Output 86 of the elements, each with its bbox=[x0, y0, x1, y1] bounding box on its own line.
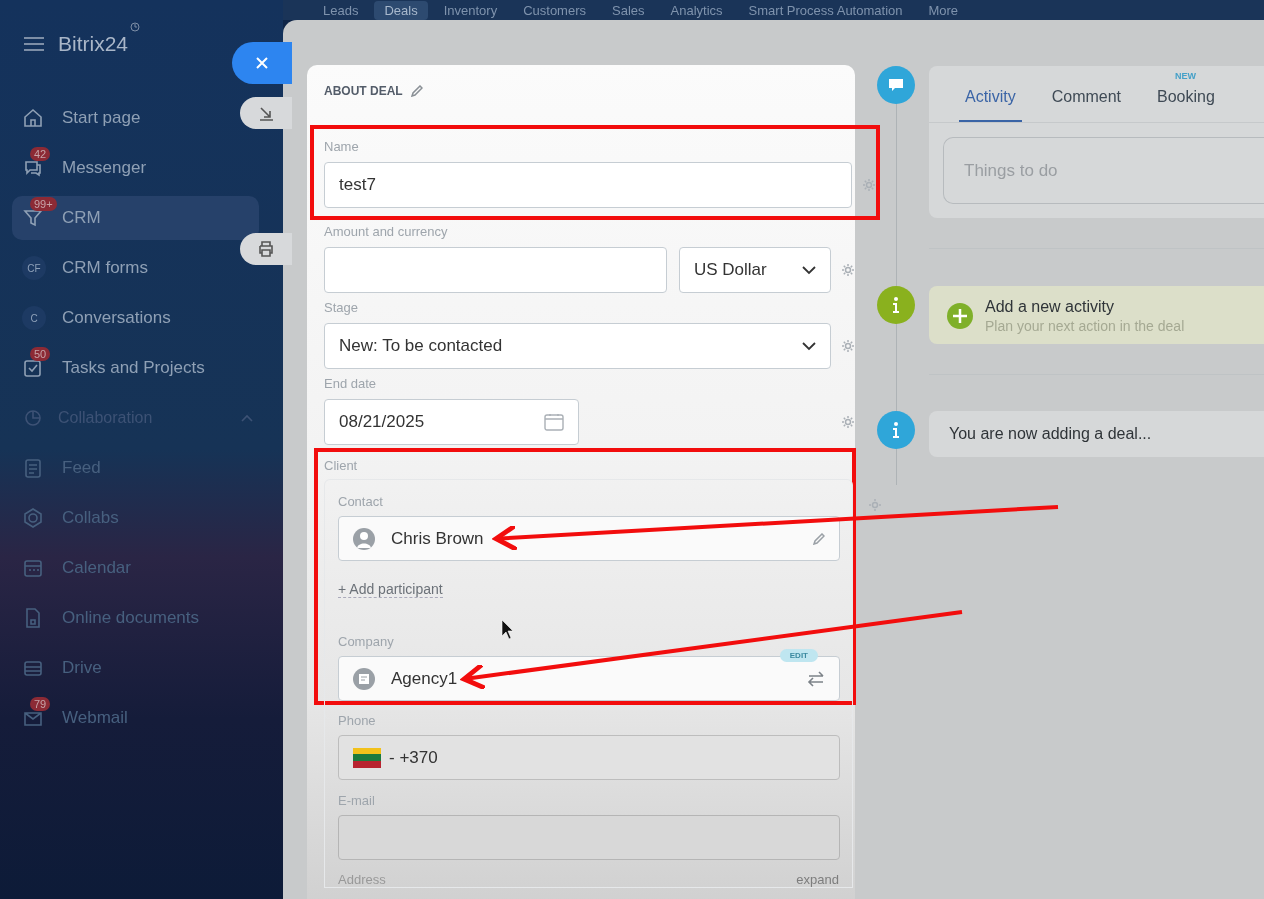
field-label: Company bbox=[338, 634, 394, 649]
calendar-icon bbox=[22, 557, 44, 579]
pencil-icon[interactable] bbox=[410, 85, 423, 97]
sidebar-item[interactable]: Start page bbox=[12, 96, 151, 140]
minimize-icon bbox=[258, 105, 274, 121]
clock-icon bbox=[130, 22, 141, 32]
timeline-tab[interactable]: Activity bbox=[959, 87, 1022, 122]
nav-tab[interactable]: Smart Process Automation bbox=[738, 0, 913, 20]
stage-dropdown[interactable]: New: To be contacted bbox=[324, 323, 831, 369]
date-field[interactable]: 08/21/2025 bbox=[324, 399, 580, 445]
email-field[interactable] bbox=[338, 815, 840, 860]
plus-icon bbox=[947, 303, 973, 329]
info-icon bbox=[877, 411, 915, 449]
sidebar-item[interactable]: CF CRM forms bbox=[12, 246, 158, 290]
field-label: Phone bbox=[338, 713, 376, 728]
field-label: Contact bbox=[338, 494, 383, 509]
monogram-icon: C bbox=[22, 306, 46, 330]
field-label: Client bbox=[324, 458, 358, 473]
contact-field[interactable]: Chris Brown bbox=[338, 516, 840, 561]
flag-icon bbox=[353, 747, 381, 768]
cursor-icon bbox=[501, 619, 514, 640]
sidebar-item[interactable]: Calendar bbox=[12, 546, 141, 590]
info-message: You are now adding a deal... bbox=[929, 411, 1264, 457]
timeline-tab[interactable]: Comment bbox=[1045, 87, 1128, 122]
hexagon-icon bbox=[22, 507, 44, 529]
info-icon bbox=[877, 286, 915, 324]
currency-dropdown[interactable]: US Dollar bbox=[678, 247, 831, 293]
menu-icon[interactable] bbox=[24, 36, 44, 52]
monogram-icon: CF bbox=[22, 256, 46, 280]
nav-tab[interactable]: Customers bbox=[513, 0, 596, 20]
sidebar-item[interactable]: 79 Webmail bbox=[12, 696, 138, 740]
minimize-button[interactable] bbox=[240, 97, 292, 129]
field-label: Name bbox=[324, 139, 359, 154]
building-icon bbox=[353, 667, 375, 690]
expand-link[interactable]: expand bbox=[796, 872, 839, 887]
card-title: Add a new activity bbox=[985, 298, 1115, 316]
settings-icon[interactable] bbox=[841, 415, 855, 429]
swap-icon[interactable] bbox=[807, 669, 825, 688]
funnel-icon bbox=[22, 207, 44, 229]
nav-tab[interactable]: More bbox=[918, 0, 969, 20]
amount-field[interactable] bbox=[324, 247, 667, 293]
chevron-icon bbox=[802, 341, 816, 351]
phone-field[interactable]: - +370 bbox=[338, 735, 840, 780]
field-label: Stage bbox=[324, 300, 358, 315]
sidebar-item[interactable]: C Conversations bbox=[12, 296, 181, 340]
close-icon bbox=[255, 56, 269, 70]
add-participant-link[interactable]: + Add participant bbox=[338, 581, 443, 598]
document-icon bbox=[22, 457, 44, 479]
nav-tab[interactable]: Deals bbox=[374, 0, 428, 20]
nav-tab[interactable]: Sales bbox=[602, 0, 655, 20]
section-title: ABOUT DEAL bbox=[324, 84, 403, 98]
logo: Bitrix24 bbox=[58, 32, 129, 56]
edit-badge[interactable]: EDIT bbox=[779, 649, 818, 662]
sidebar-item[interactable]: 50 Tasks and Projects bbox=[12, 346, 215, 390]
settings-icon[interactable] bbox=[841, 339, 855, 353]
sidebar-item[interactable]: Online documents bbox=[12, 596, 210, 640]
count-badge: 50 bbox=[30, 347, 51, 361]
sidebar-item[interactable]: 42 Messenger bbox=[12, 146, 157, 190]
calendar-icon[interactable] bbox=[544, 413, 565, 431]
print-button[interactable] bbox=[240, 233, 292, 265]
pencil-icon[interactable] bbox=[813, 532, 825, 545]
home-icon bbox=[22, 107, 44, 129]
sidebar-item[interactable]: 99+ CRM bbox=[12, 196, 259, 240]
field-label: End date bbox=[324, 376, 377, 391]
nav-tab[interactable]: Inventory bbox=[433, 0, 508, 20]
person-icon bbox=[353, 527, 375, 550]
count-badge: 79 bbox=[30, 697, 51, 711]
settings-icon[interactable] bbox=[841, 263, 855, 277]
sidebar-item[interactable]: Drive bbox=[12, 646, 112, 690]
nav-tab[interactable]: Analytics bbox=[660, 0, 733, 20]
print-icon bbox=[257, 240, 275, 258]
field-label: Address bbox=[338, 872, 386, 887]
nav-tab[interactable]: Leads bbox=[313, 0, 369, 20]
chat-icon bbox=[877, 66, 915, 104]
field-label: Amount and currency bbox=[324, 224, 448, 239]
close-button[interactable] bbox=[232, 42, 292, 84]
count-badge: 99+ bbox=[30, 197, 57, 211]
settings-icon[interactable] bbox=[868, 498, 882, 512]
checkbox-icon bbox=[22, 357, 44, 379]
name-field[interactable]: test7 bbox=[324, 162, 852, 208]
settings-icon[interactable] bbox=[862, 178, 876, 192]
new-label: NEW bbox=[1175, 71, 1197, 81]
chevron-icon bbox=[241, 414, 253, 422]
chevron-icon bbox=[802, 265, 816, 275]
count-badge: 42 bbox=[30, 147, 51, 161]
field-label: E-mail bbox=[338, 793, 375, 808]
